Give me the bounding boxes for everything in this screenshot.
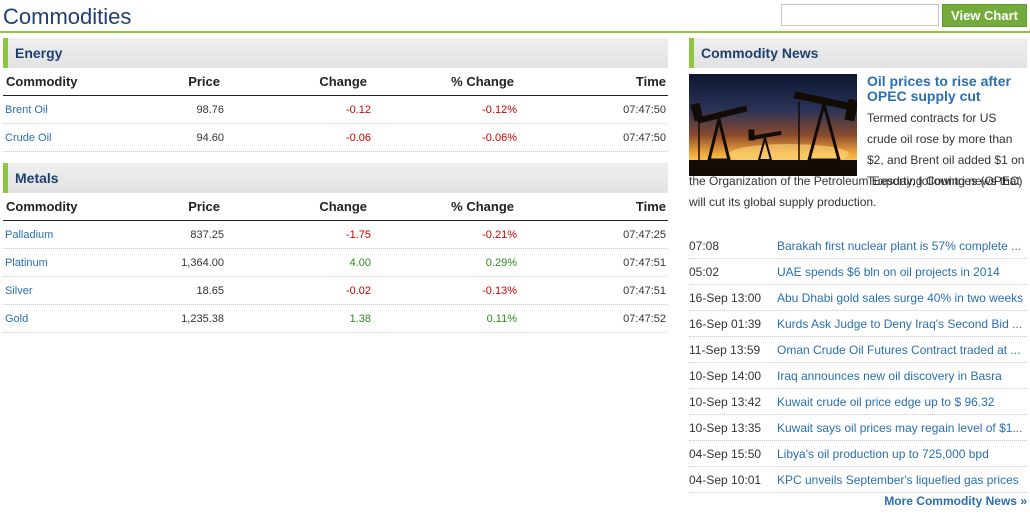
commodity-link[interactable]: Platinum — [5, 249, 48, 277]
change-value: 1.38 — [349, 313, 371, 325]
news-time: 04-Sep 10:01 — [689, 473, 762, 487]
news-link[interactable]: UAE spends $6 bln on oil projects in 201… — [777, 259, 1027, 285]
list-item: 04-Sep 15:50 Libya's oil production up t… — [689, 441, 1027, 467]
metals-table-header: Commodity Price Change % Change Time — [3, 193, 668, 221]
list-item: 05:02 UAE spends $6 bln on oil projects … — [689, 259, 1027, 285]
news-link[interactable]: Iraq announces new oil discovery in Basr… — [777, 363, 1027, 389]
list-item: 10-Sep 13:42 Kuwait crude oil price edge… — [689, 389, 1027, 415]
news-time: 10-Sep 13:35 — [689, 421, 762, 435]
col-pct-change: % Change — [451, 74, 514, 89]
news-link[interactable]: Libya's oil production up to 725,000 bpd — [777, 441, 1027, 467]
page-header: Commodities View Chart — [0, 0, 1030, 33]
change-value: -1.75 — [345, 229, 371, 241]
time-value: 07:47:51 — [623, 257, 666, 269]
table-row: Brent Oil 98.76 -0.12 -0.12% 07:47:50 — [3, 96, 668, 124]
pct-change-value: 0.29% — [485, 257, 517, 269]
news-section-header: Commodity News — [689, 38, 1027, 68]
news-link[interactable]: Kurds Ask Judge to Deny Iraq's Second Bi… — [777, 311, 1027, 337]
pct-change-value: -0.13% — [482, 285, 517, 297]
change-value: -0.06 — [345, 132, 371, 144]
news-link[interactable]: KPC unveils September's liquefied gas pr… — [777, 467, 1027, 493]
oil-pumpjack-image[interactable] — [689, 74, 857, 176]
price-value: 98.76 — [196, 104, 224, 116]
pumpjack-silhouette — [689, 91, 857, 176]
col-commodity: Commodity — [6, 199, 78, 214]
more-news-link[interactable]: More Commodity News » — [884, 494, 1027, 508]
col-time: Time — [635, 199, 666, 214]
change-value: -0.12 — [345, 104, 371, 116]
news-time: 05:02 — [689, 265, 720, 279]
feature-news-title[interactable]: Oil prices to rise after OPEC supply cut — [867, 74, 1027, 104]
metals-section-header: Metals — [3, 163, 668, 193]
pct-change-value: 0.11% — [486, 313, 517, 325]
pct-change-value: -0.21% — [482, 229, 517, 241]
energy-table: Commodity Price Change % Change Time Bre… — [3, 68, 668, 152]
list-item: 04-Sep 10:01 KPC unveils September's liq… — [689, 467, 1027, 493]
news-time: 10-Sep 13:42 — [689, 395, 762, 409]
time-value: 07:47:50 — [623, 132, 666, 144]
news-time: 11-Sep 13:59 — [689, 343, 761, 357]
table-row: Palladium 837.25 -1.75 -0.21% 07:47:25 — [3, 221, 668, 249]
news-link[interactable]: Barakah first nuclear plant is 57% compl… — [777, 233, 1027, 259]
price-value: 94.60 — [196, 132, 224, 144]
commodity-link[interactable]: Crude Oil — [5, 124, 51, 152]
page-title: Commodities — [3, 4, 132, 29]
price-value: 1,364.00 — [181, 257, 224, 269]
view-chart-button[interactable]: View Chart — [942, 4, 1027, 27]
table-row: Silver 18.65 -0.02 -0.13% 07:47:51 — [3, 277, 668, 305]
news-time: 16-Sep 13:00 — [689, 291, 762, 305]
col-change: Change — [319, 74, 367, 89]
list-item: 10-Sep 13:35 Kuwait says oil prices may … — [689, 415, 1027, 441]
list-item: 07:08 Barakah first nuclear plant is 57%… — [689, 233, 1027, 259]
col-time: Time — [635, 74, 666, 89]
col-price: Price — [188, 74, 220, 89]
price-value: 837.25 — [190, 229, 224, 241]
time-value: 07:47:50 — [623, 104, 666, 116]
news-link[interactable]: Oman Crude Oil Futures Contract traded a… — [777, 337, 1027, 363]
news-time: 16-Sep 01:39 — [689, 317, 762, 331]
energy-table-header: Commodity Price Change % Change Time — [3, 68, 668, 96]
news-time: 10-Sep 14:00 — [689, 369, 762, 383]
col-commodity: Commodity — [6, 74, 78, 89]
pct-change-value: -0.06% — [482, 132, 517, 144]
list-item: 10-Sep 14:00 Iraq announces new oil disc… — [689, 363, 1027, 389]
commodity-link[interactable]: Palladium — [5, 221, 53, 249]
metals-table: Commodity Price Change % Change Time Pal… — [3, 193, 668, 333]
table-row: Gold 1,235.38 1.38 0.11% 07:47:52 — [3, 305, 668, 333]
commodity-link[interactable]: Brent Oil — [5, 96, 48, 124]
news-link[interactable]: Abu Dhabi gold sales surge 40% in two we… — [777, 285, 1027, 311]
news-time: 04-Sep 15:50 — [689, 447, 762, 461]
table-row: Crude Oil 94.60 -0.06 -0.06% 07:47:50 — [3, 124, 668, 152]
price-value: 18.65 — [196, 285, 224, 297]
col-change: Change — [319, 199, 367, 214]
news-link[interactable]: Kuwait says oil prices may regain level … — [777, 415, 1027, 441]
news-time: 07:08 — [689, 239, 720, 253]
energy-section-header: Energy — [3, 38, 668, 68]
time-value: 07:47:51 — [623, 285, 666, 297]
list-item: 16-Sep 13:00 Abu Dhabi gold sales surge … — [689, 285, 1027, 311]
time-value: 07:47:25 — [623, 229, 666, 241]
change-value: -0.02 — [345, 285, 371, 297]
col-pct-change: % Change — [451, 199, 514, 214]
feature-news-body-continued: the Organization of the Petroleum Export… — [689, 174, 1023, 209]
news-link[interactable]: Kuwait crude oil price edge up to $ 96.3… — [777, 389, 1027, 415]
commodity-link[interactable]: Gold — [5, 305, 28, 333]
list-item: 11-Sep 13:59 Oman Crude Oil Futures Cont… — [689, 337, 1027, 363]
list-item: 16-Sep 01:39 Kurds Ask Judge to Deny Ira… — [689, 311, 1027, 337]
price-value: 1,235.38 — [181, 313, 224, 325]
table-row: Platinum 1,364.00 4.00 0.29% 07:47:51 — [3, 249, 668, 277]
change-value: 4.00 — [349, 257, 371, 269]
commodity-link[interactable]: Silver — [5, 277, 33, 305]
news-list: 07:08 Barakah first nuclear plant is 57%… — [689, 233, 1027, 493]
chart-search-input[interactable] — [781, 4, 939, 26]
col-price: Price — [188, 199, 220, 214]
time-value: 07:47:52 — [623, 313, 666, 325]
pct-change-value: -0.12% — [482, 104, 517, 116]
